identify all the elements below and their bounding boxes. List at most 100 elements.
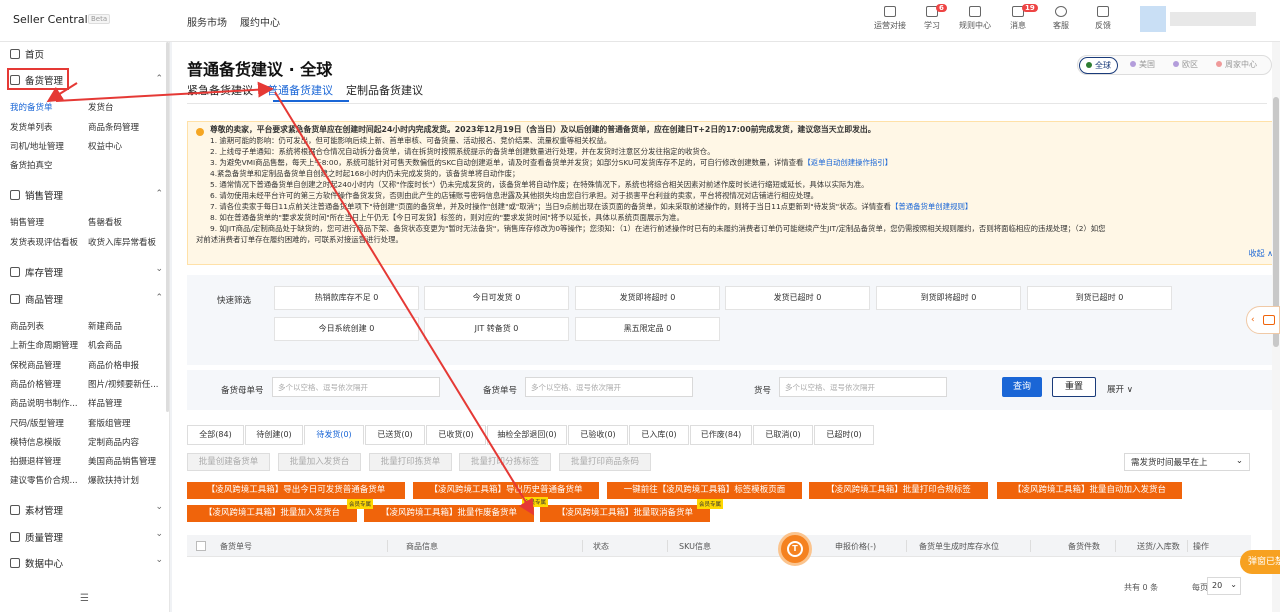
- create-rules-link[interactable]: 【普通备货单创建规则】: [891, 202, 972, 211]
- status-tab-cancelled[interactable]: 已取消(0): [753, 425, 813, 445]
- ops-contact-button[interactable]: 运营对接: [868, 6, 912, 31]
- side-tool-button[interactable]: ‹: [1246, 306, 1280, 334]
- sidebar-group-sales[interactable]: 销售管理: [10, 188, 63, 202]
- feedback-button[interactable]: 反馈: [1081, 6, 1125, 31]
- select-all-checkbox[interactable]: [196, 541, 206, 551]
- plugin-cancel-orders-button[interactable]: 【凌风跨境工具箱】批量取消备货单: [540, 505, 710, 522]
- sidebar-item-samples[interactable]: 样品管理: [88, 397, 122, 409]
- sidebar-item-shoot-return[interactable]: 拍摄退样管理: [10, 455, 61, 467]
- sidebar-item-lifecycle[interactable]: 上新生命周期管理: [10, 339, 78, 351]
- status-tab-accepted[interactable]: 已验收(0): [568, 425, 628, 445]
- sidebar-item-benefits[interactable]: 权益中心: [88, 140, 122, 152]
- status-tab-sent[interactable]: 已送货(0): [365, 425, 425, 445]
- plugin-label-template-button[interactable]: 一键前往【凌风跨境工具箱】标签模板页面: [607, 482, 802, 499]
- rules-center-button[interactable]: 规则中心: [953, 6, 997, 31]
- collapse-menu-icon[interactable]: ☰: [80, 593, 89, 604]
- sidebar-item-model[interactable]: 模特信息模版: [10, 436, 61, 448]
- learning-button[interactable]: 6 学习: [910, 4, 954, 31]
- filter-chip[interactable]: 黑五限定品 0: [575, 317, 720, 341]
- filter-chip[interactable]: 到货已超时 0: [1027, 286, 1172, 310]
- region-global[interactable]: 全球: [1079, 57, 1118, 74]
- chevron-up-icon[interactable]: ⌃: [155, 189, 163, 199]
- status-tab-inspection-return[interactable]: 抽检全部退回(0): [487, 425, 567, 445]
- plugin-float-button[interactable]: T: [778, 532, 812, 566]
- plugin-auto-add-desk-button[interactable]: 【凌风跨境工具箱】批量自动加入发货台: [997, 482, 1182, 499]
- collapse-notice-button[interactable]: 收起 ∧: [1249, 248, 1273, 259]
- status-tab-voided[interactable]: 已作废(84): [690, 425, 752, 445]
- sidebar-item-size[interactable]: 尺码/版型管理: [10, 417, 64, 429]
- bulk-print-picking-button[interactable]: 批量打印拣货单: [369, 453, 452, 471]
- chevron-down-icon[interactable]: ⌄: [155, 502, 163, 512]
- status-tab-all[interactable]: 全部(84): [187, 425, 244, 445]
- sidebar-item-retail-price[interactable]: 建议零售价合规...: [10, 474, 78, 486]
- plugin-export-today-button[interactable]: 【凌风跨境工具箱】导出今日可发货普通备货单: [187, 482, 405, 499]
- sidebar-item-price-declare[interactable]: 商品价格申报: [88, 359, 139, 371]
- parent-order-input[interactable]: 多个以空格、逗号依次隔开: [272, 377, 440, 397]
- bulk-print-barcode-button[interactable]: 批量打印商品条码: [559, 453, 651, 471]
- status-tab-to-ship[interactable]: 待发货(0): [304, 425, 364, 445]
- sidebar-home[interactable]: 首页: [10, 47, 44, 61]
- chevron-up-icon[interactable]: ⌃: [155, 74, 163, 84]
- sidebar-item-hot-support[interactable]: 爆款扶持计划: [88, 474, 139, 486]
- sidebar-item-custom-content[interactable]: 定制商品内容: [88, 436, 139, 448]
- sidebar-group-material[interactable]: 素材管理: [10, 503, 63, 517]
- sidebar-item-us-sales[interactable]: 美国商品销售管理: [88, 455, 156, 467]
- order-number-input[interactable]: 多个以空格、逗号依次隔开: [525, 377, 693, 397]
- sidebar-group-inventory[interactable]: 库存管理: [10, 265, 63, 279]
- reset-button[interactable]: 重置: [1052, 377, 1096, 397]
- plugin-print-compliance-button[interactable]: 【凌风跨境工具箱】批量打印合规标签: [809, 482, 988, 499]
- sidebar-item-ship-performance[interactable]: 发货表现评估看板: [10, 236, 78, 248]
- chevron-up-icon[interactable]: ⌃: [155, 293, 163, 303]
- per-page-select[interactable]: 20 ⌄: [1207, 577, 1241, 595]
- sidebar-item-media[interactable]: 图片/视频要新任...: [88, 378, 158, 390]
- filter-chip[interactable]: JIT 转备货 0: [424, 317, 569, 341]
- region-other[interactable]: 周家中心: [1216, 59, 1257, 70]
- sidebar-item-template-group[interactable]: 套版组管理: [88, 417, 131, 429]
- tab-normal[interactable]: 普通备货建议: [267, 82, 333, 98]
- region-eu[interactable]: 欧区: [1173, 59, 1198, 70]
- filter-chip[interactable]: 发货即将超时 0: [575, 286, 720, 310]
- bulk-add-desk-button[interactable]: 批量加入发货台: [278, 453, 361, 471]
- filter-chip[interactable]: 到货即将超时 0: [876, 286, 1021, 310]
- return-order-guide-link[interactable]: 【返单自动创建操作指引】: [803, 158, 892, 167]
- sidebar-item-shipment-list[interactable]: 发货单列表: [10, 121, 53, 133]
- sidebar-group-goods[interactable]: 商品管理: [10, 292, 63, 306]
- messages-button[interactable]: 19 消息: [996, 4, 1040, 31]
- filter-chip[interactable]: 热销款库存不足 0: [274, 286, 419, 310]
- nav-fulfillment-center[interactable]: 履约中心: [240, 14, 280, 29]
- chevron-down-icon[interactable]: ⌄: [155, 264, 163, 274]
- status-tab-timeout[interactable]: 已超时(0): [814, 425, 874, 445]
- bulk-print-sort-label-button[interactable]: 批量打印分拣标签: [459, 453, 551, 471]
- sidebar-scrollbar[interactable]: [166, 42, 169, 412]
- sidebar-item-goods-list[interactable]: 商品列表: [10, 320, 44, 332]
- popup-disabled-badge[interactable]: 弹窗已禁用: [1240, 550, 1280, 574]
- chevron-down-icon[interactable]: ⌄: [155, 529, 163, 539]
- status-tab-stored[interactable]: 已入库(0): [629, 425, 689, 445]
- sidebar-item-manual[interactable]: 商品说明书制作...: [10, 397, 78, 409]
- chevron-down-icon[interactable]: ⌄: [155, 555, 163, 565]
- sidebar-item-sales[interactable]: 销售管理: [10, 216, 44, 228]
- sidebar-item-receive-exception[interactable]: 收货入库异常看板: [88, 236, 156, 248]
- status-tab-received[interactable]: 已收货(0): [426, 425, 486, 445]
- sidebar-item-sellout[interactable]: 售罄看板: [88, 216, 122, 228]
- sidebar-item-my-stock-orders[interactable]: 我的备货单: [10, 101, 53, 113]
- sidebar-group-quality[interactable]: 质量管理: [10, 530, 63, 544]
- status-tab-to-create[interactable]: 待创建(0): [245, 425, 303, 445]
- sidebar-item-shipping-desk[interactable]: 发货台: [88, 101, 114, 113]
- filter-chip[interactable]: 今日可发货 0: [424, 286, 569, 310]
- sidebar-item-barcode[interactable]: 商品条码管理: [88, 121, 139, 133]
- sku-code-input[interactable]: 多个以空格、逗号依次隔开: [779, 377, 947, 397]
- sidebar-item-bonded[interactable]: 保税商品管理: [10, 359, 61, 371]
- sidebar-item-vacuum[interactable]: 备货拍真空: [10, 159, 53, 171]
- plugin-add-desk-button[interactable]: 【凌风跨境工具箱】批量加入发货台: [187, 505, 357, 522]
- sidebar-group-data[interactable]: 数据中心: [10, 556, 63, 570]
- plugin-export-history-button[interactable]: 【凌风跨境工具箱】导出历史普通备货单: [413, 482, 599, 499]
- plugin-void-orders-button[interactable]: 【凌风跨境工具箱】批量作废备货单: [364, 505, 534, 522]
- expand-filters-button[interactable]: 展开 ∨: [1107, 383, 1133, 395]
- query-button[interactable]: 查询: [1002, 377, 1042, 397]
- sidebar-item-new-goods[interactable]: 新建商品: [88, 320, 122, 332]
- filter-chip[interactable]: 今日系统创建 0: [274, 317, 419, 341]
- sidebar-item-opportunity[interactable]: 机会商品: [88, 339, 122, 351]
- tab-urgent[interactable]: 紧急备货建议: [187, 82, 253, 98]
- sidebar-item-driver-address[interactable]: 司机/地址管理: [10, 140, 64, 152]
